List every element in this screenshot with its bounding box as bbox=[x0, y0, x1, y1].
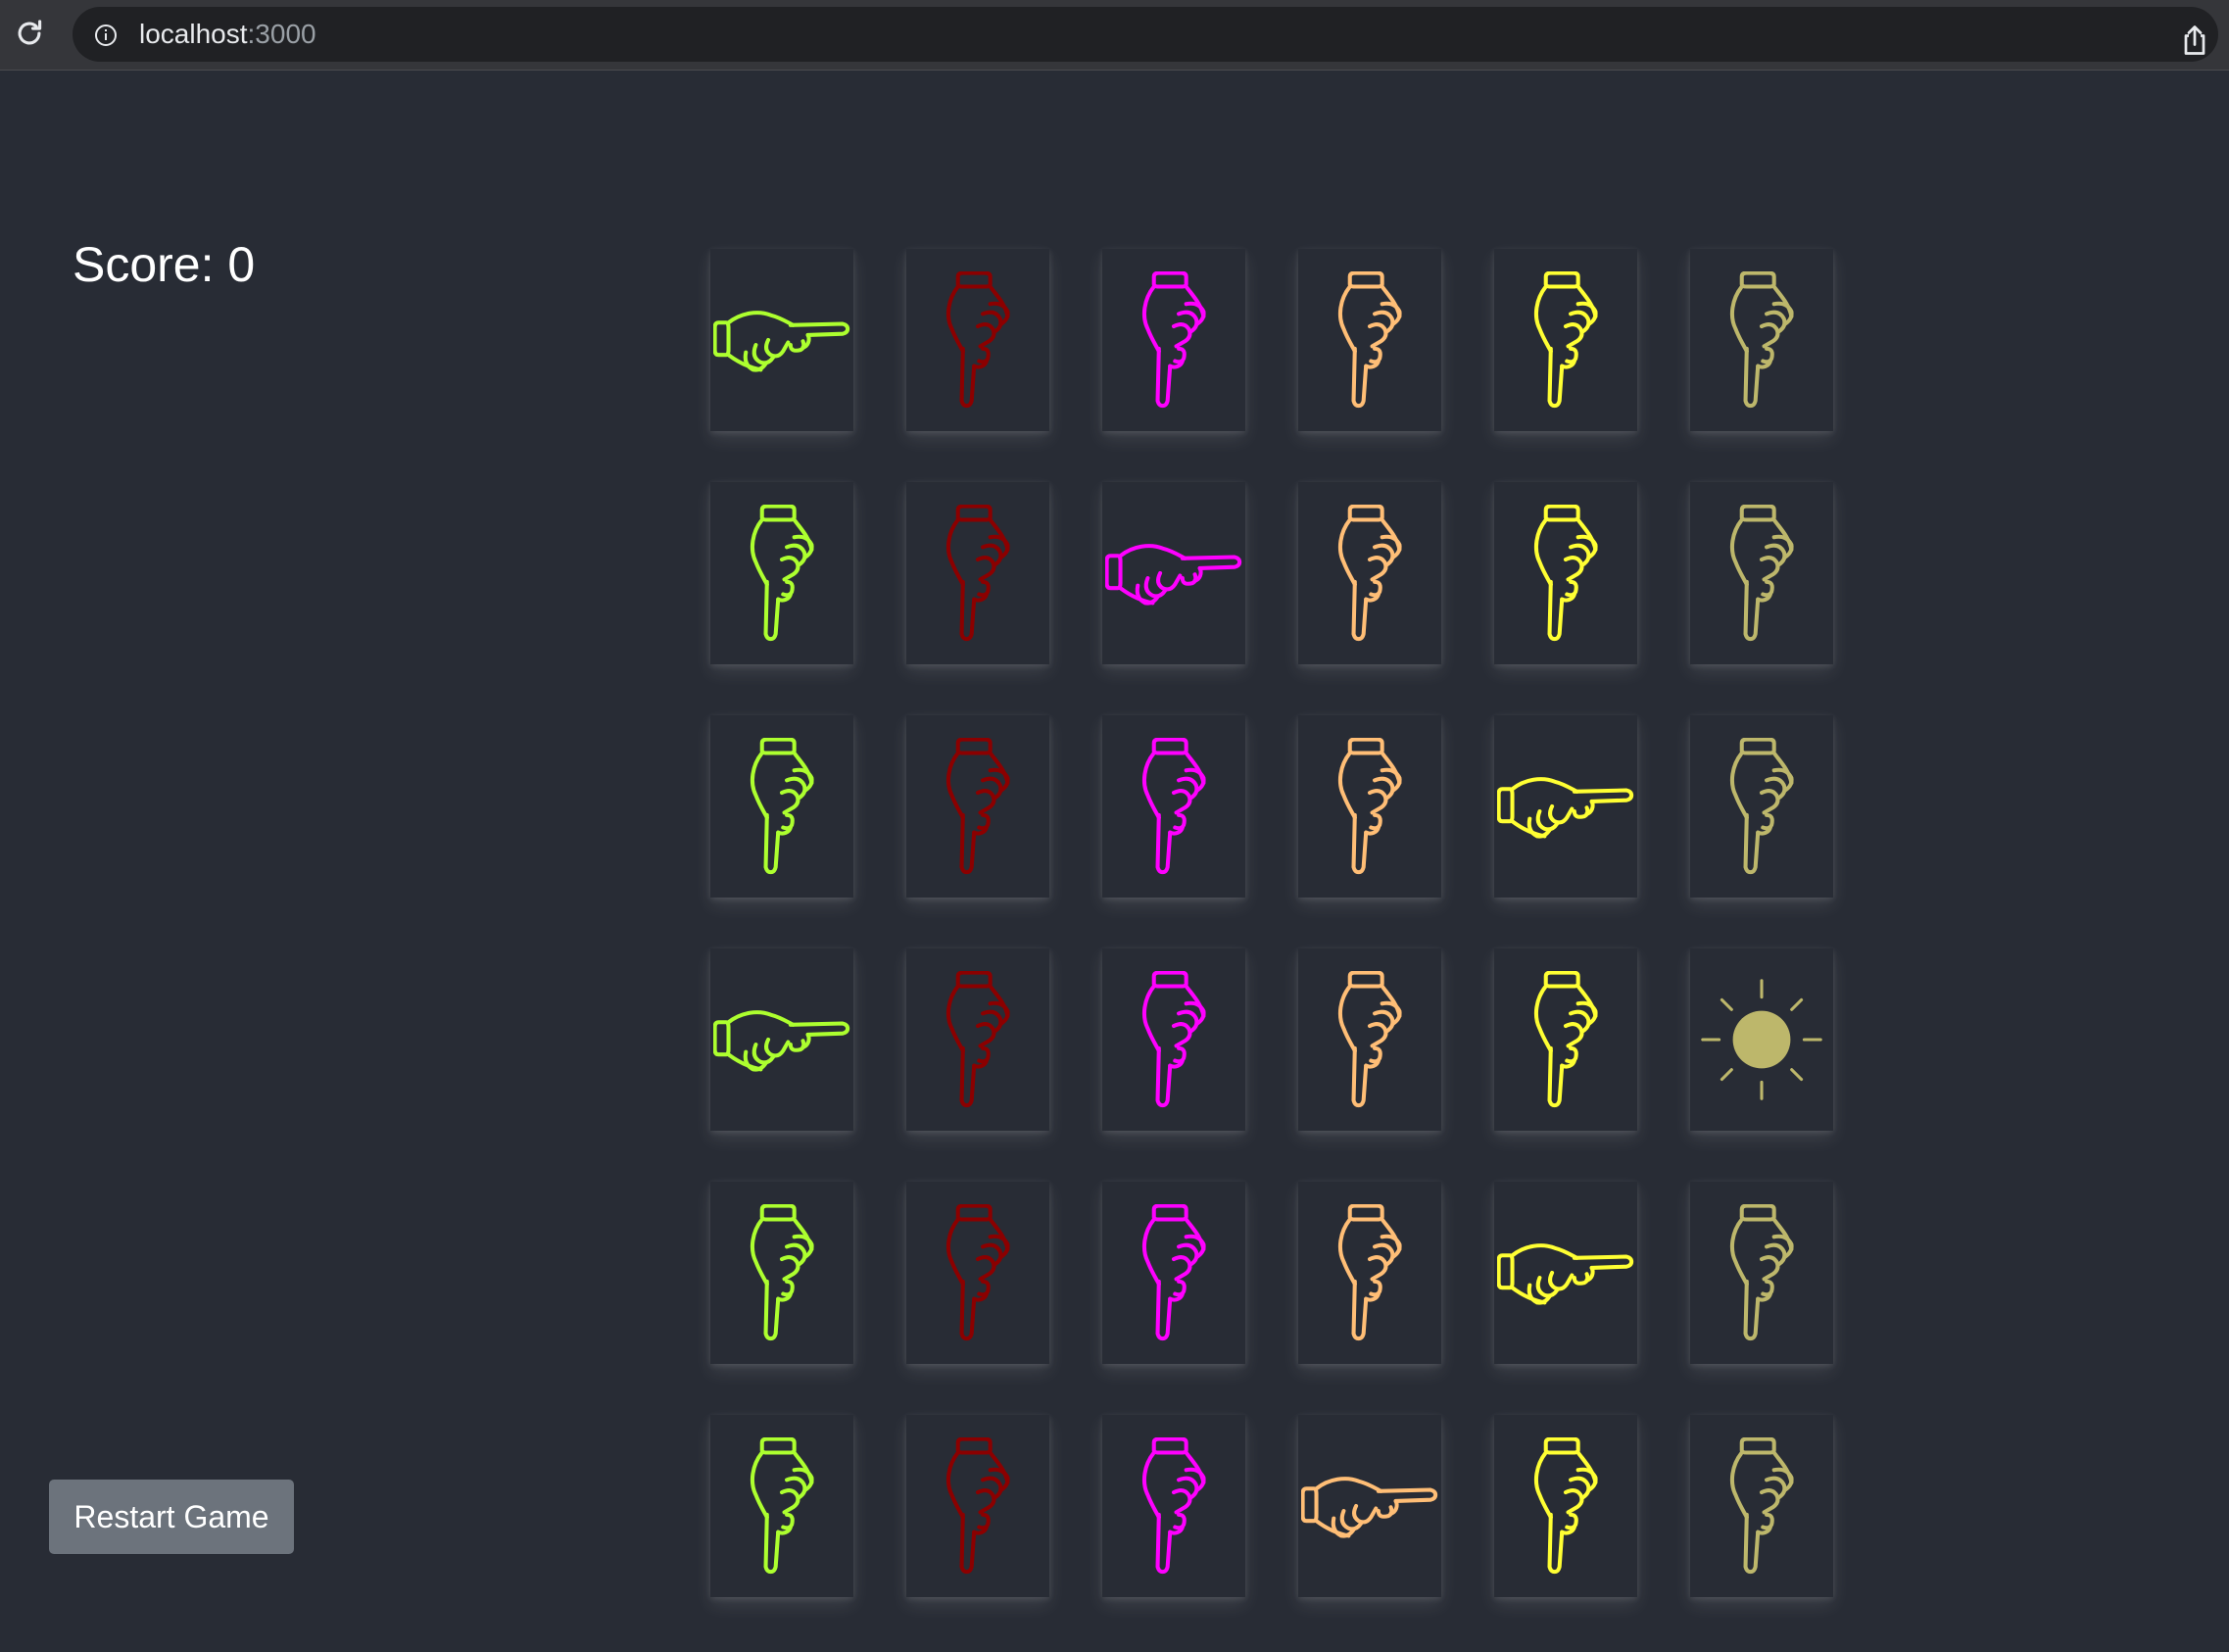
hand-pointing-down-icon bbox=[750, 1204, 814, 1341]
game-card[interactable] bbox=[1102, 1415, 1245, 1597]
game-card[interactable] bbox=[1690, 1182, 1833, 1364]
hand-pointing-down-icon bbox=[1729, 505, 1794, 642]
hand-pointing-down-icon bbox=[750, 1437, 814, 1575]
game-card[interactable] bbox=[906, 1182, 1049, 1364]
address-bar[interactable]: localhost:3000 bbox=[73, 7, 2218, 62]
game-card[interactable] bbox=[906, 1415, 1049, 1597]
hand-pointing-down-icon bbox=[1141, 738, 1206, 875]
game-card[interactable] bbox=[1298, 948, 1441, 1131]
hand-pointing-down-icon bbox=[945, 271, 1010, 409]
hand-pointing-down-icon bbox=[1141, 1437, 1206, 1575]
game-card[interactable] bbox=[710, 249, 853, 431]
hand-pointing-down-icon bbox=[1533, 1437, 1598, 1575]
game-card[interactable] bbox=[1298, 1182, 1441, 1364]
game-card[interactable] bbox=[1494, 948, 1637, 1131]
game-card[interactable] bbox=[1494, 1415, 1637, 1597]
hand-pointing-down-icon bbox=[750, 505, 814, 642]
hand-pointing-down-icon bbox=[1729, 1204, 1794, 1341]
game-card[interactable] bbox=[1298, 249, 1441, 431]
hand-pointing-down-icon bbox=[945, 971, 1010, 1108]
hand-pointing-right-icon bbox=[1301, 1477, 1438, 1538]
game-card[interactable] bbox=[906, 482, 1049, 664]
hand-pointing-down-icon bbox=[1141, 271, 1206, 409]
score-display: Score: 0 bbox=[73, 237, 256, 292]
hand-pointing-down-icon bbox=[750, 738, 814, 875]
hand-pointing-down-icon bbox=[945, 738, 1010, 875]
game-card[interactable] bbox=[1298, 715, 1441, 898]
game-card[interactable] bbox=[1690, 1415, 1833, 1597]
hand-pointing-down-icon bbox=[1729, 271, 1794, 409]
game-card[interactable] bbox=[710, 948, 853, 1131]
hand-pointing-down-icon bbox=[1533, 505, 1598, 642]
game-card[interactable] bbox=[710, 1182, 853, 1364]
hand-pointing-right-icon bbox=[1105, 544, 1242, 606]
game-card[interactable] bbox=[710, 482, 853, 664]
game-card[interactable] bbox=[1102, 249, 1245, 431]
hand-pointing-down-icon bbox=[1337, 971, 1402, 1108]
hand-pointing-down-icon bbox=[1533, 971, 1598, 1108]
game-card[interactable] bbox=[1690, 482, 1833, 664]
hand-pointing-down-icon bbox=[1729, 1437, 1794, 1575]
game-card[interactable] bbox=[906, 948, 1049, 1131]
hand-pointing-down-icon bbox=[1337, 271, 1402, 409]
hand-pointing-right-icon bbox=[1497, 1243, 1634, 1305]
game-card[interactable] bbox=[906, 715, 1049, 898]
game-card[interactable] bbox=[1690, 249, 1833, 431]
hand-pointing-right-icon bbox=[713, 311, 850, 372]
restart-game-button[interactable]: Restart Game bbox=[49, 1480, 294, 1554]
game-card[interactable] bbox=[1690, 715, 1833, 898]
game-card[interactable] bbox=[1494, 249, 1637, 431]
hand-pointing-right-icon bbox=[1497, 777, 1634, 839]
hand-pointing-down-icon bbox=[1533, 271, 1598, 409]
hand-pointing-right-icon bbox=[713, 1010, 850, 1072]
game-card[interactable] bbox=[1494, 482, 1637, 664]
game-card[interactable] bbox=[1102, 948, 1245, 1131]
url-host: localhost bbox=[139, 19, 248, 49]
game-card[interactable] bbox=[1298, 1415, 1441, 1597]
game-card[interactable] bbox=[1102, 482, 1245, 664]
reload-icon bbox=[18, 20, 42, 45]
url-port: :3000 bbox=[247, 19, 316, 49]
hand-pointing-down-icon bbox=[1337, 1204, 1402, 1341]
game-card[interactable] bbox=[710, 1415, 853, 1597]
game-card[interactable] bbox=[1690, 948, 1833, 1131]
sun-icon bbox=[1701, 979, 1822, 1100]
hand-pointing-down-icon bbox=[1141, 971, 1206, 1108]
info-icon[interactable] bbox=[94, 24, 118, 47]
browser-toolbar: localhost:3000 bbox=[0, 0, 2229, 71]
game-card[interactable] bbox=[1494, 1182, 1637, 1364]
reload-button[interactable] bbox=[10, 14, 49, 53]
hand-pointing-down-icon bbox=[1337, 738, 1402, 875]
hand-pointing-down-icon bbox=[945, 1437, 1010, 1575]
hand-pointing-down-icon bbox=[1141, 1204, 1206, 1341]
game-card[interactable] bbox=[1298, 482, 1441, 664]
card-grid bbox=[710, 249, 1833, 1597]
hand-pointing-down-icon bbox=[1729, 738, 1794, 875]
game-card[interactable] bbox=[1102, 715, 1245, 898]
hand-pointing-down-icon bbox=[945, 505, 1010, 642]
share-icon[interactable] bbox=[2177, 23, 2212, 58]
game-card[interactable] bbox=[906, 249, 1049, 431]
hand-pointing-down-icon bbox=[1337, 505, 1402, 642]
hand-pointing-down-icon bbox=[945, 1204, 1010, 1341]
url-text[interactable]: localhost:3000 bbox=[139, 7, 316, 62]
game-card[interactable] bbox=[1494, 715, 1637, 898]
game-card[interactable] bbox=[710, 715, 853, 898]
game-card[interactable] bbox=[1102, 1182, 1245, 1364]
